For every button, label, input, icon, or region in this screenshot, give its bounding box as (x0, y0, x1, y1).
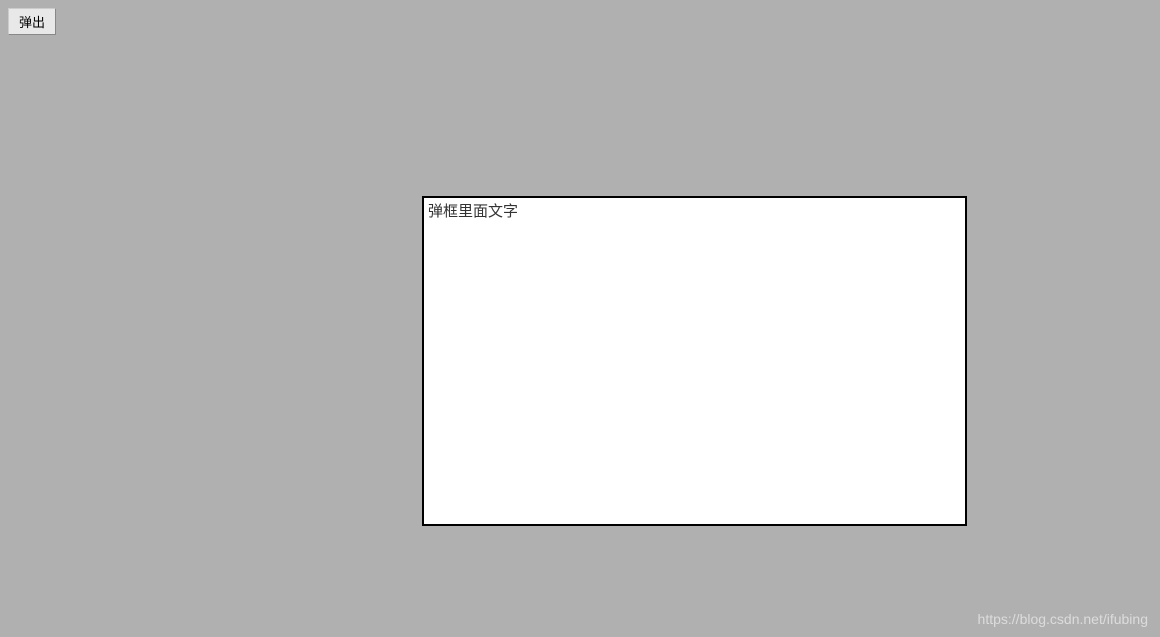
dialog-text: 弹框里面文字 (424, 198, 965, 223)
popup-button[interactable]: 弹出 (8, 8, 56, 35)
dialog-box: 弹框里面文字 (422, 196, 967, 526)
watermark-text: https://blog.csdn.net/ifubing (978, 611, 1148, 627)
